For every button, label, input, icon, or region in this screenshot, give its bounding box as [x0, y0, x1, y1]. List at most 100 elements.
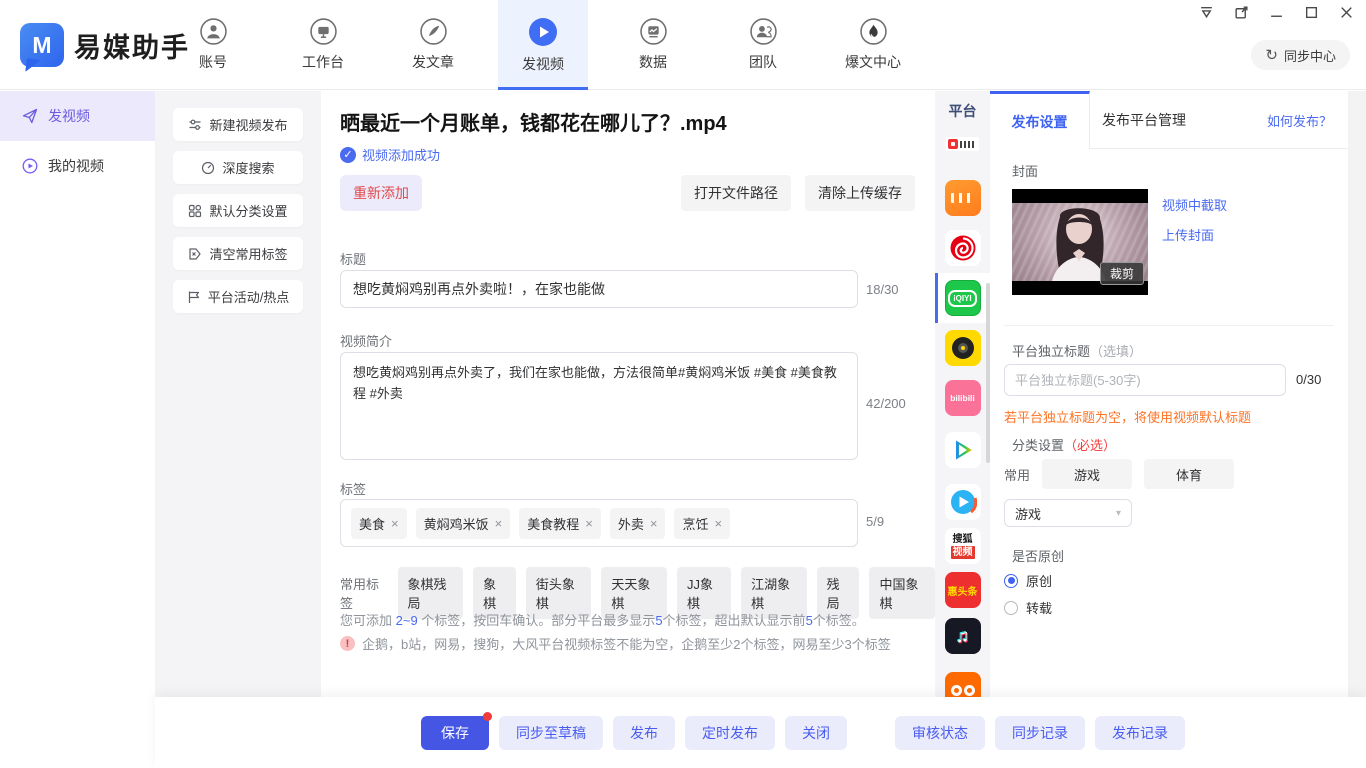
platform-tencent-video[interactable]: [935, 425, 990, 475]
tab-platform-management[interactable]: 发布平台管理: [1102, 91, 1186, 149]
app-header: M 易媒助手 账号 工作台 发文章 发视频 数据: [0, 0, 1366, 90]
category-dropdown-value: 游戏: [1015, 504, 1041, 523]
title-input[interactable]: [340, 270, 858, 308]
sidebar-item-my-videos[interactable]: 我的视频: [0, 141, 155, 191]
remove-tag-icon[interactable]: ×: [714, 516, 722, 531]
minimize-icon[interactable]: [1269, 5, 1284, 20]
ifeng-icon: [945, 230, 981, 266]
crop-button[interactable]: 裁剪: [1100, 262, 1144, 285]
hint-text: 您可添加: [340, 613, 396, 628]
remove-tag-icon[interactable]: ×: [650, 516, 658, 531]
platform-iqiyi[interactable]: iQIYI: [935, 273, 990, 323]
platform-huitoutiao[interactable]: 惠头条: [935, 565, 990, 615]
common-tag[interactable]: 中国象棋: [869, 567, 935, 619]
nav-item-publish-video[interactable]: 发视频: [498, 0, 588, 90]
default-category-settings-button[interactable]: 默认分类设置: [173, 194, 303, 227]
description-textarea[interactable]: 想吃黄焖鸡别再点外卖了，我们在家也能做，方法很简单#黄焖鸡米饭 #美食 #美食教…: [340, 352, 858, 460]
publish-log-button[interactable]: 发布记录: [1095, 716, 1185, 750]
tag-text: 烹饪: [682, 514, 708, 533]
category-settings-label: 分类设置（必选）: [1012, 435, 1116, 454]
close-icon[interactable]: [1339, 5, 1354, 20]
sync-to-draft-button[interactable]: 同步至草稿: [499, 716, 603, 750]
unsaved-badge: [483, 712, 492, 721]
upload-cover-link[interactable]: 上传封面: [1162, 225, 1214, 244]
platform-sohu-video[interactable]: 搜狐 视频: [935, 521, 990, 571]
panel-tab-row: 发布设置 发布平台管理 如何发布？: [990, 91, 1348, 149]
category-dropdown[interactable]: 游戏 ▾: [1004, 499, 1132, 527]
clear-common-tags-button[interactable]: 清空常用标签: [173, 237, 303, 270]
sidebar-item-publish-video[interactable]: 发视频: [0, 91, 155, 141]
platform-strip: 平台 iQIYI bilibili 搜狐 视频 惠头条 ♫: [935, 91, 990, 697]
platform-activity-button[interactable]: 平台活动/热点: [173, 280, 303, 313]
radio-unselected-icon: [1004, 601, 1018, 615]
sohu-logo-text-top: 搜狐: [953, 533, 973, 546]
platform-haokan[interactable]: [935, 477, 990, 527]
nav-label: 数据: [639, 52, 667, 72]
nav-item-data[interactable]: 数据: [608, 0, 698, 90]
status-text: 视频添加成功: [362, 145, 440, 164]
platform-bilibili[interactable]: bilibili: [935, 373, 990, 423]
clear-upload-cache-button[interactable]: 清除上传缓存: [805, 175, 915, 211]
platform-ifeng[interactable]: [935, 223, 990, 273]
popout-icon[interactable]: [1234, 5, 1249, 20]
hint-text: 个标签，超出默认显示前: [663, 613, 806, 628]
platform-douyin[interactable]: ♫: [935, 611, 990, 661]
platform-redbook-mini-icon[interactable]: [946, 137, 979, 151]
flag-icon: [187, 290, 201, 304]
label-text: 平台独立标题: [1012, 344, 1090, 359]
nav-item-publish-article[interactable]: 发文章: [388, 0, 478, 90]
tab-publish-settings[interactable]: 发布设置: [990, 91, 1090, 149]
hint-text: 个标签，按回车确认。部分平台最多显示: [418, 613, 656, 628]
close-button[interactable]: 关闭: [785, 716, 847, 750]
nav-label: 爆文中心: [845, 52, 901, 72]
original-label: 是否原创: [1012, 546, 1064, 565]
remove-tag-icon[interactable]: ×: [585, 516, 593, 531]
tags-input-box[interactable]: 美食× 黄焖鸡米饭× 美食教程× 外卖× 烹饪×: [340, 499, 858, 547]
sync-center-button[interactable]: ↻ 同步中心: [1251, 40, 1350, 70]
platform-qutoutiao[interactable]: [935, 173, 990, 223]
sync-log-button[interactable]: 同步记录: [995, 716, 1085, 750]
deep-search-button[interactable]: 深度搜索: [173, 151, 303, 184]
tags-counter: 5/9: [866, 514, 884, 529]
chevron-down-icon: ▾: [1116, 508, 1121, 519]
remove-tag-icon[interactable]: ×: [391, 516, 399, 531]
tag-text: 黄焖鸡米饭: [424, 514, 489, 533]
new-video-publish-button[interactable]: 新建视频发布: [173, 108, 303, 141]
app-logo: M 易媒助手: [20, 23, 190, 67]
save-button[interactable]: 保存: [421, 716, 489, 750]
nav-item-account[interactable]: 账号: [168, 0, 258, 90]
nav-item-team[interactable]: 团队: [718, 0, 808, 90]
tools-column: 新建视频发布 深度搜索 默认分类设置 清空常用标签 平台活动/热点: [155, 91, 321, 697]
category-option-game[interactable]: 游戏: [1042, 459, 1132, 489]
nav-item-workbench[interactable]: 工作台: [278, 0, 368, 90]
capture-from-video-link[interactable]: 视频中截取: [1162, 195, 1227, 214]
douyin-icon: ♫: [945, 618, 981, 654]
tune-icon: [188, 118, 202, 132]
cover-thumbnail[interactable]: 裁剪: [1012, 189, 1148, 295]
radio-repost[interactable]: 转载: [1004, 598, 1052, 617]
audit-status-button[interactable]: 审核状态: [895, 716, 985, 750]
chart-icon: [640, 18, 667, 45]
category-option-sports[interactable]: 体育: [1144, 459, 1234, 489]
cover-label: 封面: [1012, 161, 1038, 180]
boss-key-icon[interactable]: [1199, 5, 1214, 20]
readd-video-button[interactable]: 重新添加: [340, 175, 422, 211]
radio-original[interactable]: 原创: [1004, 571, 1052, 590]
platform-miaopai[interactable]: [935, 323, 990, 373]
how-to-publish-link[interactable]: 如何发布？: [1267, 91, 1332, 149]
tool-label: 默认分类设置: [209, 201, 287, 220]
tags-warning: ! 企鹅，b站，网易，搜狗，大风平台视频标签不能为空，企鹅至少2个标签，网易至少…: [340, 634, 891, 653]
remove-tag-icon[interactable]: ×: [495, 516, 503, 531]
maximize-icon[interactable]: [1304, 5, 1319, 20]
play-circle-icon: [22, 158, 38, 174]
platform-tudou[interactable]: [935, 665, 990, 697]
file-action-row: 重新添加 打开文件路径 清除上传缓存: [340, 175, 915, 211]
schedule-publish-button[interactable]: 定时发布: [685, 716, 775, 750]
description-counter: 42/200: [866, 396, 906, 411]
nav-item-hot-center[interactable]: 爆文中心: [828, 0, 918, 90]
independent-title-input[interactable]: [1004, 364, 1286, 396]
open-file-path-button[interactable]: 打开文件路径: [681, 175, 791, 211]
publish-button[interactable]: 发布: [613, 716, 675, 750]
video-publish-form: 晒最近一个月账单，钱都花在哪儿了？.mp4 ✓ 视频添加成功 重新添加 打开文件…: [321, 91, 935, 697]
tag-pill: 美食教程×: [519, 508, 601, 539]
